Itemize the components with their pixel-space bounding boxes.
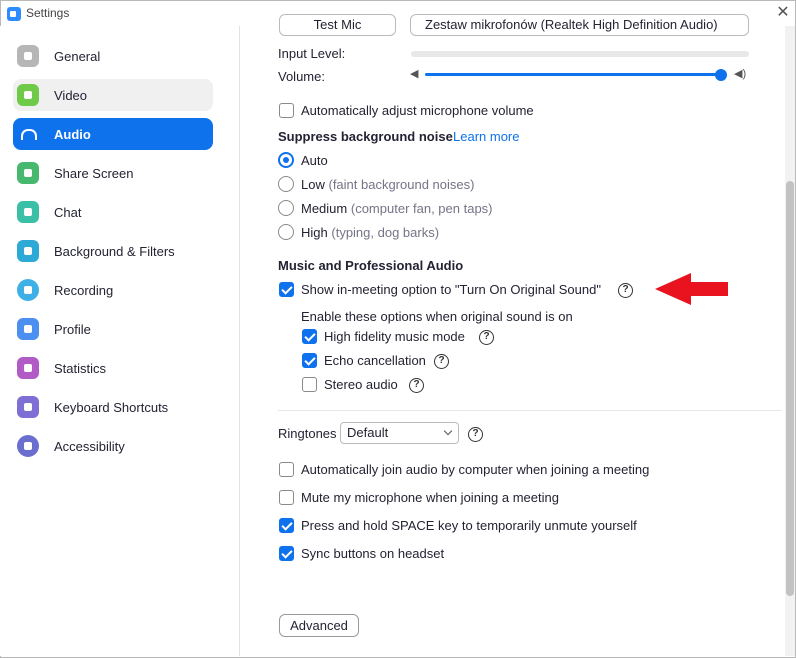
sidebar-item-audio[interactable]: Audio <box>13 118 213 150</box>
suppress-auto-label: Auto <box>301 153 328 168</box>
sidebar-item-label: Statistics <box>54 360 107 376</box>
sidebar-item-share-screen[interactable]: Share Screen <box>13 157 213 189</box>
record-icon <box>17 279 39 301</box>
volume-slider-thumb[interactable] <box>715 69 727 81</box>
microphone-select[interactable]: Zestaw mikrofonów (Realtek High Definiti… <box>410 14 749 36</box>
space-unmute-checkbox[interactable] <box>279 518 294 533</box>
advanced-button[interactable]: Advanced <box>279 614 359 637</box>
suppress-high-radio[interactable] <box>278 224 294 240</box>
auto-join-audio-label: Automatically join audio by computer whe… <box>301 462 650 477</box>
stereo-audio-checkbox[interactable] <box>302 377 317 392</box>
sidebar-item-profile[interactable]: Profile <box>13 313 213 345</box>
scrollbar-thumb[interactable] <box>786 181 794 596</box>
ringtones-select[interactable]: Default <box>340 422 459 444</box>
help-icon[interactable]: ? <box>618 283 633 298</box>
sidebar-item-accessibility[interactable]: Accessibility <box>13 430 213 462</box>
zoom-app-icon <box>7 7 21 21</box>
sidebar-item-label: Share Screen <box>54 165 134 181</box>
speaker-low-icon: ◀ <box>410 68 419 80</box>
suppress-noise-heading: Suppress background noise <box>278 129 453 144</box>
music-audio-heading: Music and Professional Audio <box>278 258 464 273</box>
sync-headset-label: Sync buttons on headset <box>301 546 445 561</box>
sidebar-item-recording[interactable]: Recording <box>13 274 213 306</box>
headphones-icon <box>17 123 39 145</box>
bar-chart-icon <box>17 357 39 379</box>
chat-bubble-icon <box>17 201 39 223</box>
sync-headset-checkbox[interactable] <box>279 546 294 561</box>
space-unmute-label: Press and hold SPACE key to temporarily … <box>301 518 637 533</box>
speaker-high-icon: ◀) <box>734 68 747 80</box>
input-level-label: Input Level: <box>278 46 346 61</box>
suppress-high-label: High (typing, dog barks) <box>301 225 439 240</box>
high-fidelity-checkbox[interactable] <box>302 329 317 344</box>
test-mic-button[interactable]: Test Mic <box>279 14 396 36</box>
echo-cancellation-label: Echo cancellation <box>324 353 426 368</box>
share-screen-icon <box>17 162 39 184</box>
input-level-meter <box>411 51 749 57</box>
sidebar-item-keyboard-shortcuts[interactable]: Keyboard Shortcuts <box>13 391 213 423</box>
suppress-auto-radio[interactable] <box>278 152 294 168</box>
red-arrow-icon <box>655 273 728 305</box>
mute-on-join-label: Mute my microphone when joining a meetin… <box>301 490 559 505</box>
auto-adjust-checkbox[interactable] <box>279 103 294 118</box>
suppress-medium-label: Medium (computer fan, pen taps) <box>301 201 493 216</box>
learn-more-link[interactable]: Learn more <box>453 129 519 144</box>
help-icon[interactable]: ? <box>434 354 449 369</box>
sidebar-item-label: Profile <box>54 321 91 337</box>
close-icon[interactable]: ✕ <box>773 3 793 23</box>
suppress-low-radio[interactable] <box>278 176 294 192</box>
option-name: Low <box>301 177 325 192</box>
auto-join-audio-checkbox[interactable] <box>279 462 294 477</box>
volume-label: Volume: <box>278 69 325 84</box>
gear-icon <box>17 45 39 67</box>
mute-on-join-checkbox[interactable] <box>279 490 294 505</box>
help-icon[interactable]: ? <box>468 427 483 442</box>
window-title: Settings <box>26 6 70 20</box>
sidebar-item-general[interactable]: General <box>13 40 213 72</box>
high-fidelity-label: High fidelity music mode <box>324 329 465 344</box>
sidebar-item-label: General <box>54 48 101 64</box>
sidebar-item-label: Recording <box>54 282 114 298</box>
sidebar-item-video[interactable]: Video <box>13 79 213 111</box>
accessibility-icon <box>17 435 39 457</box>
auto-adjust-label: Automatically adjust microphone volume <box>301 103 534 118</box>
suppress-medium-radio[interactable] <box>278 200 294 216</box>
volume-slider-track[interactable] <box>425 73 721 76</box>
sidebar-item-chat[interactable]: Chat <box>13 196 213 228</box>
option-hint: (faint background noises) <box>328 177 475 192</box>
sidebar: General Video Audio Share Screen Chat Ba… <box>0 26 240 656</box>
option-hint: (computer fan, pen taps) <box>350 201 493 216</box>
sidebar-item-statistics[interactable]: Statistics <box>13 352 213 384</box>
ringtones-value: Default <box>347 425 389 440</box>
suppress-low-label: Low (faint background noises) <box>301 177 474 192</box>
help-icon[interactable]: ? <box>409 378 424 393</box>
sidebar-item-label: Audio <box>54 126 91 142</box>
original-sound-label: Show in-meeting option to "Turn On Origi… <box>301 282 601 297</box>
echo-cancellation-checkbox[interactable] <box>302 353 317 368</box>
original-sound-checkbox[interactable] <box>279 282 294 297</box>
keyboard-icon <box>17 396 39 418</box>
section-divider <box>278 410 781 411</box>
video-camera-icon <box>17 84 39 106</box>
stereo-audio-label: Stereo audio <box>324 377 398 392</box>
sidebar-item-label: Keyboard Shortcuts <box>54 399 169 415</box>
sidebar-item-background-filters[interactable]: Background & Filters <box>13 235 213 267</box>
profile-person-icon <box>17 318 39 340</box>
sidebar-item-label: Video <box>54 87 88 103</box>
option-hint: (typing, dog barks) <box>331 225 440 240</box>
sidebar-item-label: Chat <box>54 204 82 220</box>
background-person-icon <box>17 240 39 262</box>
help-icon[interactable]: ? <box>479 330 494 345</box>
sidebar-item-label: Background & Filters <box>54 243 175 259</box>
original-sound-subheading: Enable these options when original sound… <box>301 309 573 324</box>
ringtones-label: Ringtones <box>278 426 337 441</box>
sidebar-item-label: Accessibility <box>54 438 125 454</box>
option-name: Medium <box>301 201 348 216</box>
chevron-down-icon <box>443 426 453 436</box>
option-name: High <box>301 225 328 240</box>
